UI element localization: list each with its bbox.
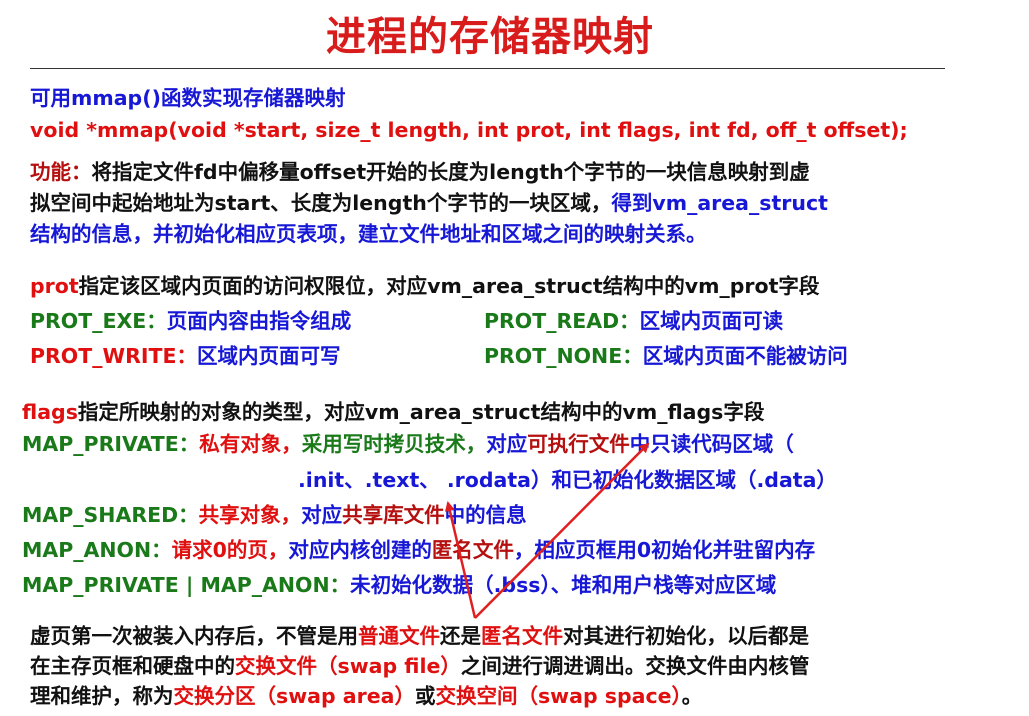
arrow-to-shared-lib [444, 501, 477, 619]
arrow-to-executable [474, 442, 650, 619]
annotation-arrows [444, 442, 650, 619]
